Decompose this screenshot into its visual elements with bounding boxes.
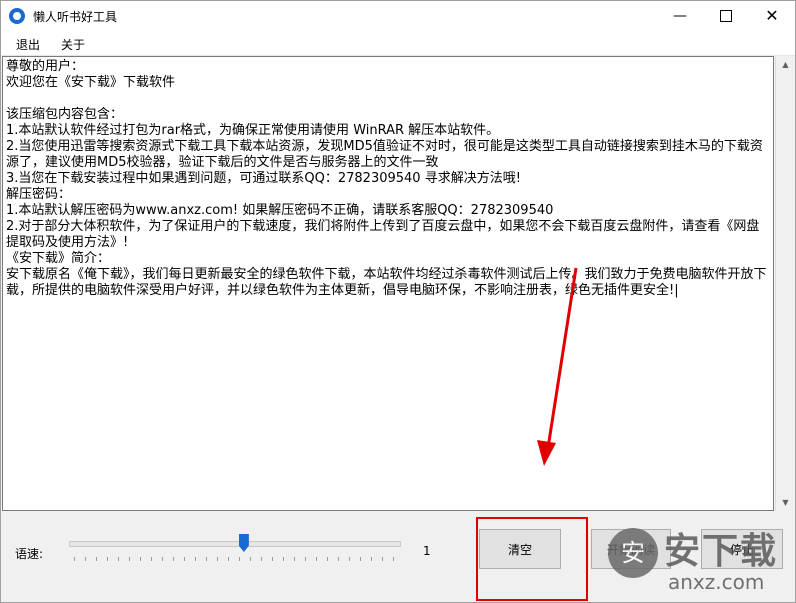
watermark-text: 安下载 xyxy=(664,531,779,572)
watermark-domain: anxz.com xyxy=(668,570,765,594)
watermark-logo-icon: 安 xyxy=(608,528,658,578)
watermark: 安 安下载 anxz.com xyxy=(608,522,794,600)
annotation-arrow xyxy=(537,267,578,466)
